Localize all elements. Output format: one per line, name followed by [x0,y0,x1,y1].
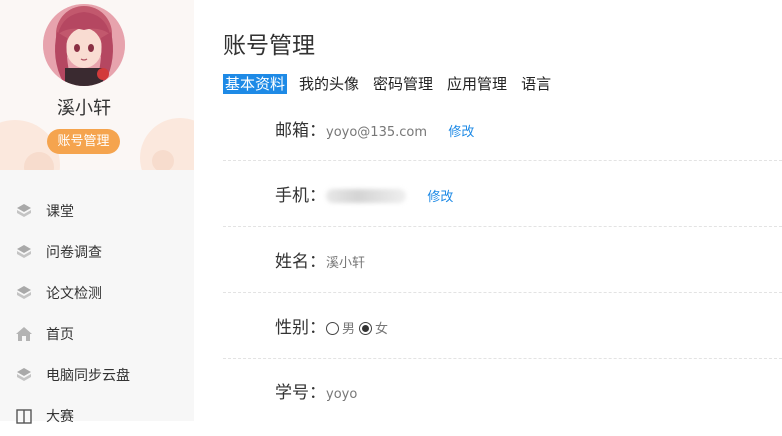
edit-phone-link[interactable]: 修改 [427,190,453,205]
gender-option-male: 男 [342,322,356,337]
email-row: 邮箱：yoyo@135.com 修改 [223,94,782,161]
tab-basic-info[interactable]: 基本资料 [223,74,288,94]
phone-row: 手机： 修改 [223,160,782,227]
student-id-label: 学号： [275,383,326,403]
sidebar-item-contest[interactable]: 大赛 [0,395,194,436]
gender-radio-female[interactable] [359,321,373,335]
student-id-value: yoyo [326,387,358,402]
tab-app-management[interactable]: 应用管理 [447,74,507,94]
cube-icon [14,201,34,221]
name-row: 姓名：溪小轩 [223,226,782,293]
sidebar-item-label: 大赛 [46,408,74,425]
sidebar-item-home[interactable]: 首页 [0,313,194,354]
sidebar-item-label: 课堂 [46,203,74,220]
gender-row: 性别： 男 女 [223,292,782,359]
sidebar-item-survey[interactable]: 问卷调查 [0,231,194,272]
edit-email-link[interactable]: 修改 [448,125,474,140]
cube-icon [14,242,34,262]
tab-password[interactable]: 密码管理 [373,74,433,94]
gender-option-female: 女 [375,322,389,337]
cube-icon [14,365,34,385]
page-title: 账号管理 [223,33,315,59]
cube-icon [14,283,34,303]
phone-label: 手机： [275,186,326,206]
account-management-badge[interactable]: 账号管理 [47,129,120,154]
tab-language[interactable]: 语言 [521,74,551,94]
profile-card: 溪小轩 账号管理 [0,0,194,170]
email-label: 邮箱： [275,121,326,141]
sidebar-item-cloud-sync[interactable]: 电脑同步云盘 [0,354,194,395]
sidebar: 溪小轩 账号管理 课堂 问卷调查 论文检测 首页 电脑同步云盘 大赛 [0,0,194,425]
tab-my-avatar[interactable]: 我的头像 [299,74,359,94]
username: 溪小轩 [57,98,111,119]
sidebar-item-label: 首页 [46,326,74,343]
student-id-row: 学号：yoyo [223,358,782,424]
email-value: yoyo@135.com [326,125,428,140]
tab-bar: 基本资料 我的头像 密码管理 应用管理 语言 [223,74,565,94]
name-label: 姓名： [275,252,326,272]
sidebar-item-classroom[interactable]: 课堂 [0,190,194,231]
book-icon [14,406,34,426]
sidebar-menu: 课堂 问卷调查 论文检测 首页 电脑同步云盘 大赛 [0,190,194,436]
avatar[interactable] [43,4,125,86]
sidebar-item-label: 论文检测 [46,285,102,302]
sidebar-item-label: 电脑同步云盘 [46,367,130,384]
gender-label: 性别： [275,318,326,338]
home-icon [14,324,34,344]
name-value: 溪小轩 [326,256,366,271]
phone-value-redacted [326,189,406,203]
main-content: 账号管理 基本资料 我的头像 密码管理 应用管理 语言 邮箱：yoyo@135.… [194,0,782,421]
sidebar-item-paper-check[interactable]: 论文检测 [0,272,194,313]
sidebar-item-label: 问卷调查 [46,244,102,261]
gender-radio-male[interactable] [326,321,339,335]
